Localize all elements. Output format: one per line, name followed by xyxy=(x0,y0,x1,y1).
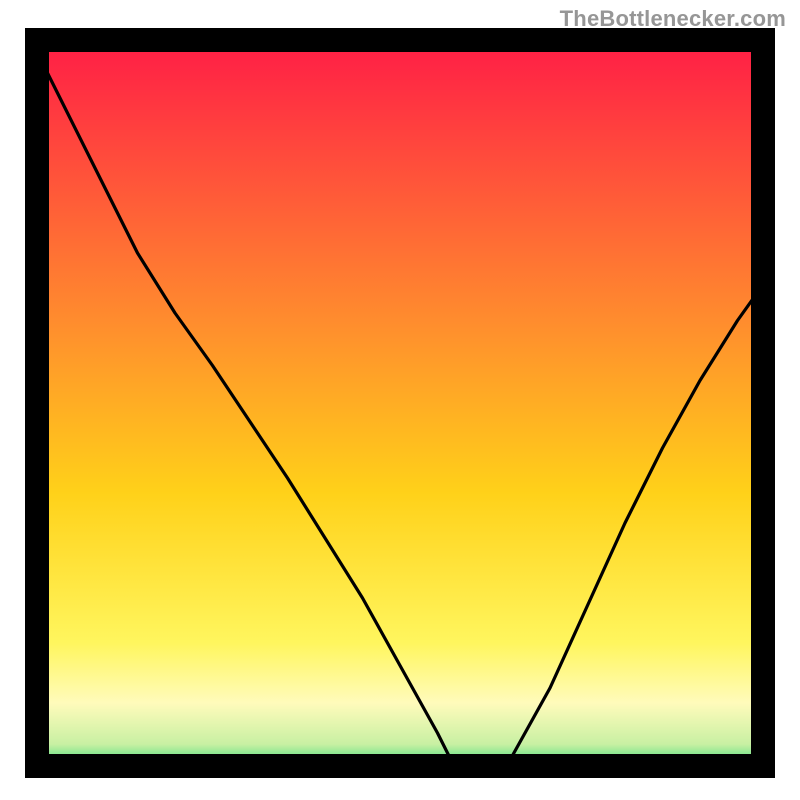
watermark-text: TheBottleneсker.com xyxy=(560,6,786,32)
bottleneck-chart xyxy=(25,28,775,778)
